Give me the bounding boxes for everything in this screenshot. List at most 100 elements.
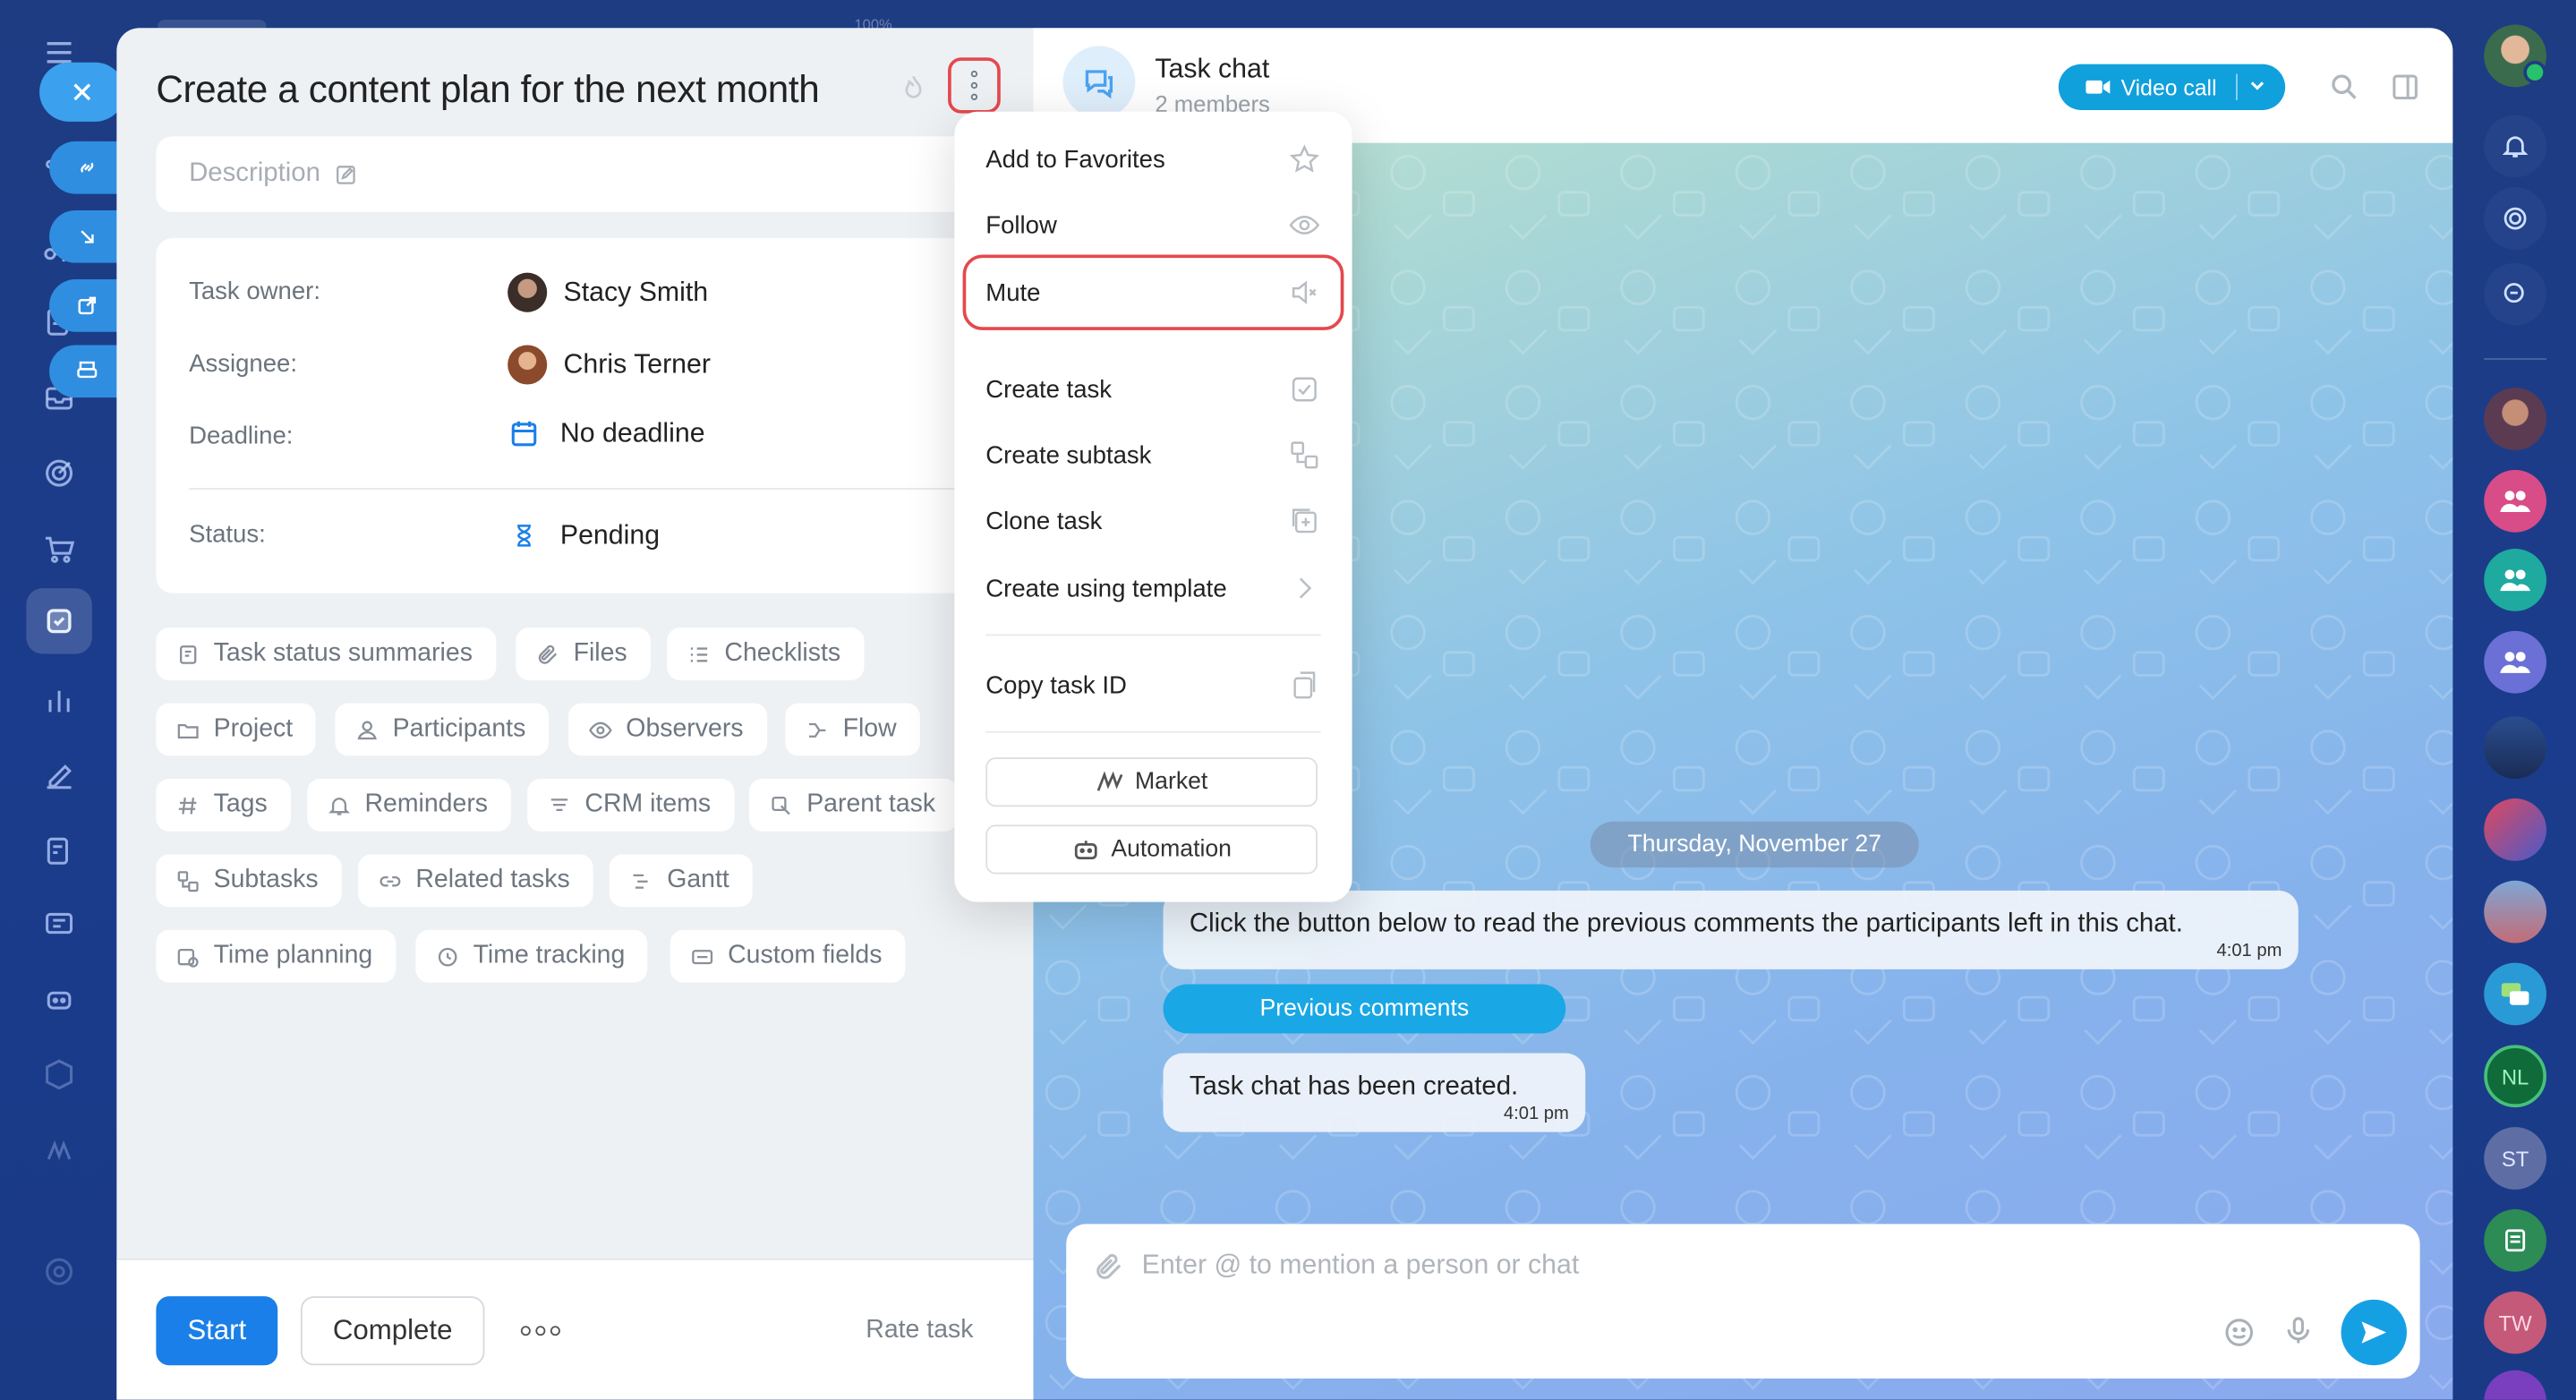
chip-time-tracking[interactable]: Time tracking: [415, 929, 649, 983]
more-actions-button[interactable]: [514, 1310, 567, 1353]
star-icon: [1289, 144, 1319, 173]
menu-item-create-task[interactable]: Create task: [985, 364, 1320, 414]
video-call-button[interactable]: Video call: [2058, 64, 2286, 110]
chip-participants[interactable]: Participants: [335, 703, 550, 756]
chip-files[interactable]: Files: [516, 627, 651, 680]
chip-time-planning[interactable]: Time planning: [156, 929, 396, 983]
chat-bubble-icon: [1062, 46, 1136, 119]
chip-flow[interactable]: Flow: [785, 703, 920, 756]
calendar-icon: [511, 421, 537, 447]
contact-center-icon[interactable]: [36, 901, 81, 946]
sidebar-toggle-icon[interactable]: [2389, 71, 2422, 104]
print-button[interactable]: [49, 345, 125, 398]
chip-reminders[interactable]: Reminders: [307, 779, 511, 832]
city-chat-avatar[interactable]: [2484, 716, 2546, 780]
deadline-value[interactable]: No deadline: [508, 417, 705, 450]
automation-button[interactable]: Automation: [985, 824, 1318, 875]
message-text: Task chat has been created.: [1189, 1072, 1519, 1101]
task-title[interactable]: Create a content plan for the next month: [156, 67, 819, 112]
search-icon[interactable]: [2328, 71, 2361, 104]
send-icon: [2361, 1321, 2387, 1344]
chip-observers[interactable]: Observers: [568, 703, 767, 756]
system-message: Task chat has been created. 4:01 pm: [1163, 1053, 1586, 1132]
chats-search-icon[interactable]: [2484, 262, 2546, 326]
chat-avatar[interactable]: [2484, 962, 2546, 1026]
tasks-icon[interactable]: [36, 598, 81, 644]
link-icon: [380, 875, 401, 886]
owner-value[interactable]: Stacy Smith: [508, 272, 709, 312]
menu-item-copy-task-id[interactable]: Copy task ID: [985, 661, 1320, 710]
close-slider-button[interactable]: [39, 62, 125, 122]
target-icon[interactable]: [36, 450, 81, 496]
channel-avatar[interactable]: [2484, 880, 2546, 943]
chip-subtasks[interactable]: Subtasks: [156, 854, 342, 908]
cart-icon[interactable]: [36, 525, 81, 571]
chat-avatar[interactable]: [2484, 1370, 2546, 1400]
task-more-menu: Add to Favorites Follow Mute Create task…: [954, 111, 1352, 902]
hash-icon: [178, 797, 197, 814]
chip-parent-task[interactable]: Parent task: [748, 779, 959, 832]
group-chat-avatar[interactable]: [2484, 469, 2546, 533]
send-button[interactable]: [2341, 1299, 2407, 1366]
folder-icon: [177, 723, 199, 738]
paperclip-icon[interactable]: [1093, 1251, 1126, 1284]
chip-related-tasks[interactable]: Related tasks: [358, 854, 593, 908]
previous-comments-button[interactable]: Previous comments: [1163, 984, 1566, 1034]
chip-project[interactable]: Project: [156, 703, 316, 756]
menu-item-follow[interactable]: Follow: [985, 201, 1320, 250]
chip-task-status-summaries[interactable]: Task status summaries: [156, 627, 496, 680]
rate-task-link[interactable]: Rate task: [866, 1316, 973, 1345]
analytics-icon[interactable]: [36, 677, 81, 722]
menu-item-create-using-template[interactable]: Create using template: [985, 564, 1320, 613]
bot-icon[interactable]: [36, 976, 81, 1021]
clock-icon: [438, 946, 457, 966]
microphone-icon[interactable]: [2282, 1313, 2315, 1349]
initials-avatar-tw[interactable]: TW: [2484, 1291, 2546, 1354]
message-input[interactable]: Enter @ to mention a person or chat: [1142, 1251, 1580, 1282]
settings-icon[interactable]: [36, 1249, 81, 1294]
box-icon[interactable]: [36, 1052, 81, 1097]
menu-item-mute[interactable]: Mute: [985, 268, 1320, 317]
chip-crm-items[interactable]: CRM items: [527, 779, 734, 832]
chip-checklists[interactable]: Checklists: [667, 627, 864, 680]
channel-avatar[interactable]: [2484, 798, 2546, 861]
menu-item-add-to-favorites[interactable]: Add to Favorites: [985, 135, 1320, 184]
contact-avatar[interactable]: [2484, 388, 2546, 450]
group-chat-avatar[interactable]: [2484, 549, 2546, 611]
emoji-icon[interactable]: [2222, 1316, 2256, 1349]
market-button[interactable]: Market: [985, 757, 1318, 807]
checklist-icon: [690, 646, 708, 662]
market-icon[interactable]: [36, 1127, 81, 1173]
more-options-button[interactable]: [948, 57, 1001, 114]
notifications-icon[interactable]: [2484, 115, 2546, 178]
minimize-button[interactable]: [49, 209, 125, 263]
chip-tags[interactable]: Tags: [156, 779, 291, 832]
menu-item-create-subtask[interactable]: Create subtask: [985, 431, 1320, 480]
menu-item-clone-task[interactable]: Clone task: [985, 496, 1320, 545]
speaker-mute-icon: [1292, 280, 1317, 304]
chevron-down-icon[interactable]: [2249, 77, 2265, 93]
copilot-icon[interactable]: [2484, 187, 2546, 250]
initials-avatar-st[interactable]: ST: [2484, 1127, 2546, 1190]
paperclip-icon: [538, 644, 558, 663]
open-new-window-button[interactable]: [49, 279, 125, 332]
assignee-value[interactable]: Chris Terner: [508, 345, 711, 385]
chip-custom-fields[interactable]: Custom fields: [670, 929, 906, 983]
copy-link-button[interactable]: [49, 141, 125, 194]
owner-name: Stacy Smith: [563, 277, 709, 307]
flame-icon[interactable]: [897, 73, 930, 108]
person-icon: [357, 720, 377, 739]
sign-icon[interactable]: [36, 753, 81, 798]
group-chat-avatar[interactable]: [2484, 630, 2546, 694]
initials-avatar-nl[interactable]: NL: [2484, 1045, 2546, 1108]
start-button[interactable]: Start: [156, 1296, 278, 1366]
message-composer[interactable]: Enter @ to mention a person or chat: [1066, 1224, 2420, 1379]
description-field[interactable]: Description: [156, 136, 1011, 212]
hourglass-icon: [517, 525, 531, 547]
complete-button[interactable]: Complete: [300, 1296, 485, 1366]
checkbox-icon: [1292, 377, 1317, 402]
chip-gantt[interactable]: Gantt: [609, 854, 753, 908]
chat-avatar[interactable]: [2484, 1208, 2546, 1272]
edit-doc-icon[interactable]: [36, 828, 81, 874]
eye-icon: [1289, 216, 1320, 235]
